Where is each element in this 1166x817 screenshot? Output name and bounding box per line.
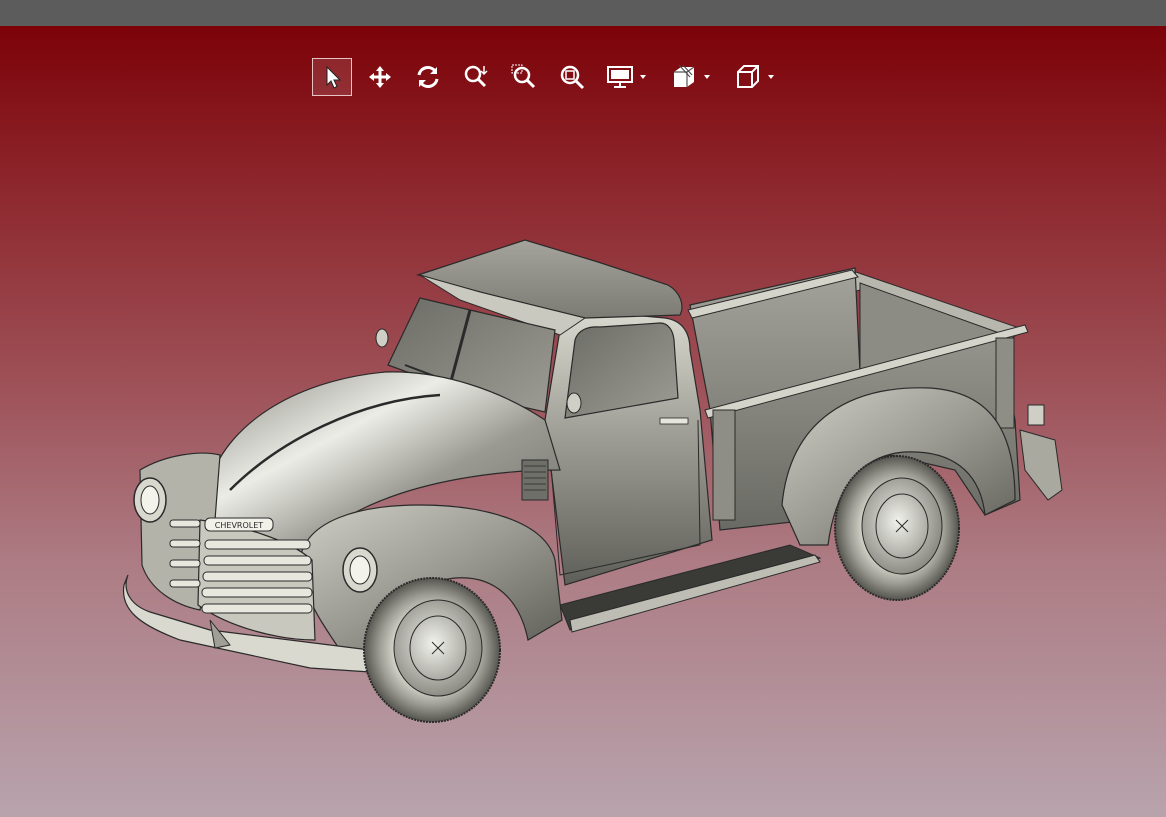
zoom-window-tool-button[interactable] [504,58,544,96]
zoom-fit-icon [558,63,586,91]
view-orientation-tool-button[interactable] [728,58,782,96]
title-bar [0,0,1166,26]
chevron-down-icon[interactable] [704,75,710,79]
pickup-truck-model[interactable]: CHEVROLET [0,26,1166,817]
monitor-icon [606,64,634,90]
zoom-tool-button[interactable] [456,58,496,96]
view-toolbar [312,57,792,97]
chevron-down-icon[interactable] [768,75,774,79]
move-arrows-icon [367,64,393,90]
cube-icon [734,63,762,91]
grille-badge: CHEVROLET [215,521,263,530]
cad-viewer-window: CHEVROLET [0,0,1166,817]
zoom-fit-tool-button[interactable] [552,58,592,96]
select-tool-button[interactable] [312,58,352,96]
section-cube-icon [670,63,698,91]
zoom-window-icon [510,63,538,91]
chevron-down-icon[interactable] [640,75,646,79]
rotate-tool-button[interactable] [408,58,448,96]
3d-viewport[interactable]: CHEVROLET [0,26,1166,817]
rotate-icon [414,63,442,91]
zoom-icon [462,63,490,91]
section-view-tool-button[interactable] [664,58,718,96]
display-mode-tool-button[interactable] [600,58,654,96]
pan-tool-button[interactable] [360,58,400,96]
arrow-cursor-icon [321,65,343,89]
